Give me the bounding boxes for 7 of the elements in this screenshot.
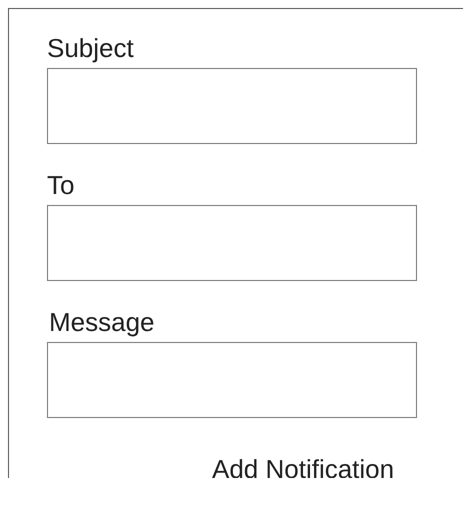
add-notification-button[interactable]: Add Notification xyxy=(212,454,394,478)
input-field[interactable] xyxy=(47,342,417,418)
input-field[interactable] xyxy=(47,68,417,144)
field-label: Message xyxy=(49,307,154,337)
field-label: Subject xyxy=(47,33,134,63)
input-field[interactable] xyxy=(47,205,417,281)
field-label: To xyxy=(47,170,74,200)
